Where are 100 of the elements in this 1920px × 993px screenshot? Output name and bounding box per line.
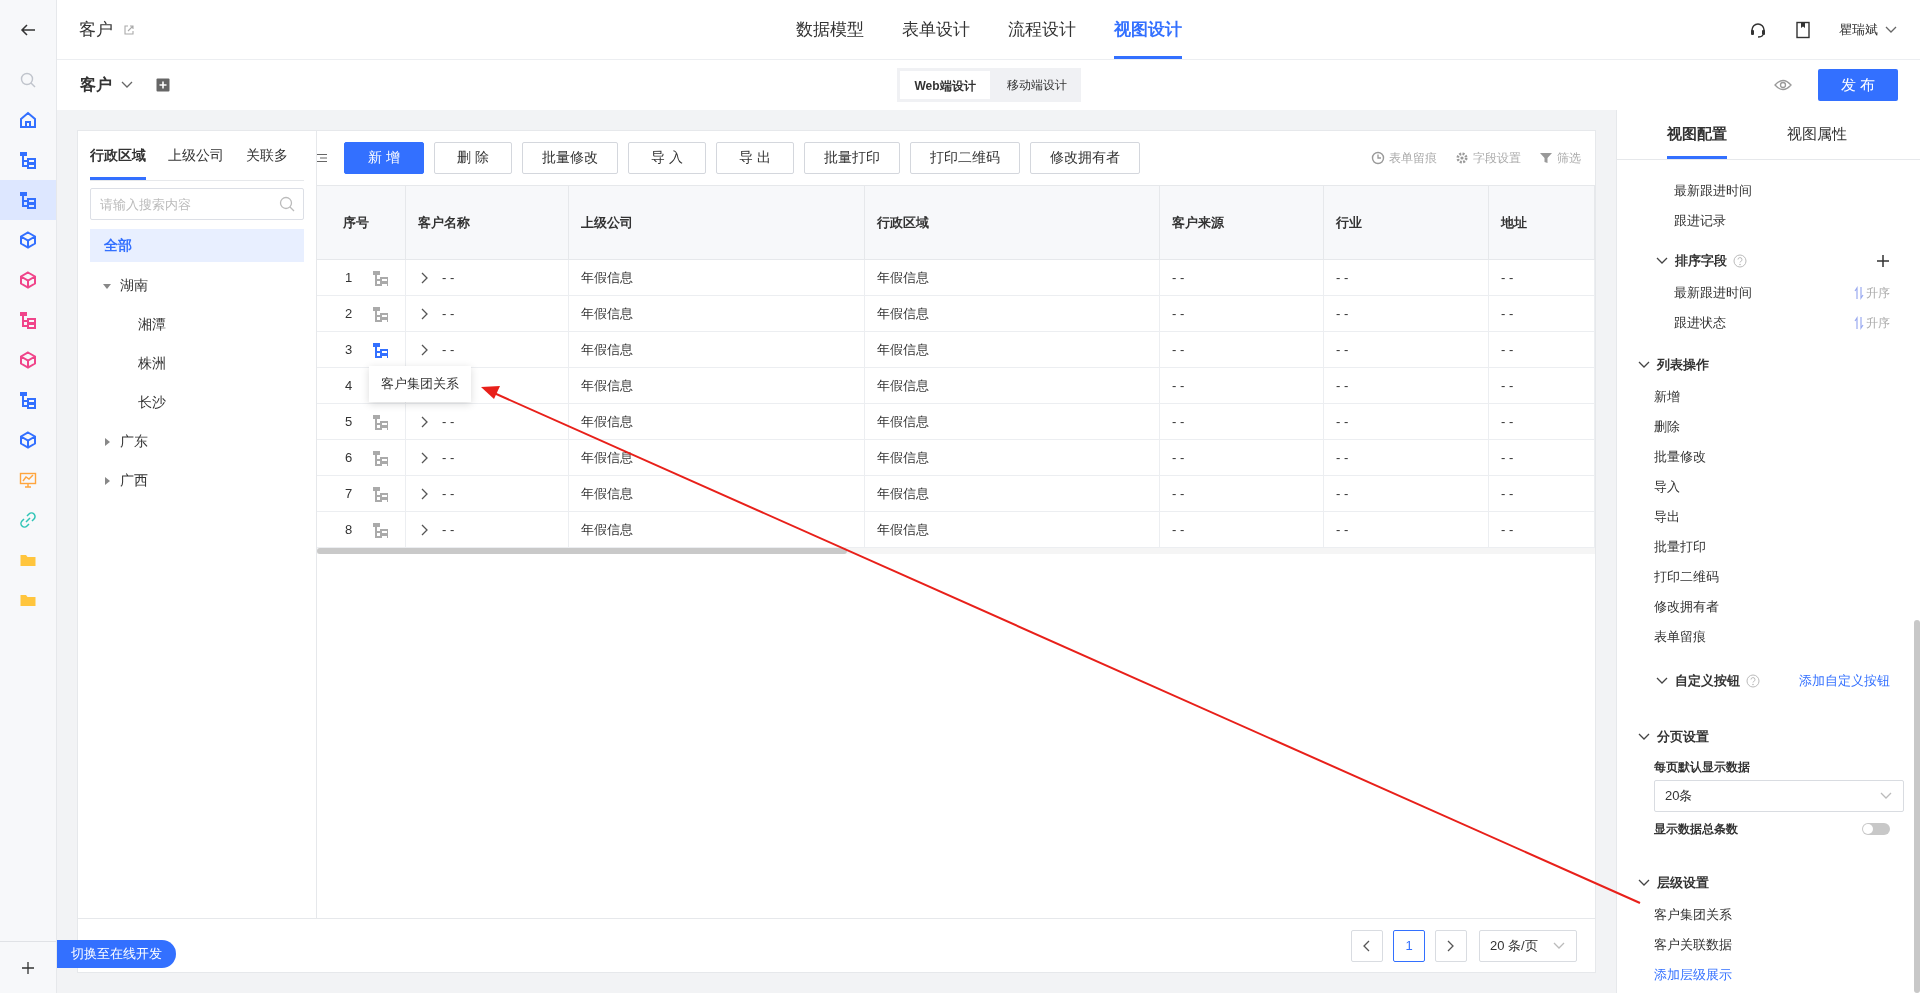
- tree-item[interactable]: 湖南: [90, 266, 304, 305]
- hierarchy-icon[interactable]: [372, 449, 389, 466]
- toolbar-button[interactable]: 打印二维码: [910, 142, 1020, 174]
- table-cell: - -: [1501, 522, 1514, 537]
- toolbar-button[interactable]: 批量修改: [522, 142, 618, 174]
- mode-tab[interactable]: Web端设计: [897, 68, 993, 102]
- table-cell: - -: [1172, 522, 1185, 537]
- config-item: 客户集团关系: [1653, 906, 1733, 924]
- mode-tab[interactable]: 移动端设计: [992, 68, 1081, 102]
- config-item: 删除: [1653, 418, 1681, 436]
- column-header: 客户名称: [406, 186, 569, 260]
- row-number: 3: [345, 342, 353, 357]
- previous-page-button[interactable]: [1351, 929, 1383, 962]
- panel-tab[interactable]: 视图属性: [1787, 110, 1847, 159]
- tree-item[interactable]: 全部: [90, 229, 304, 262]
- toolbar-button[interactable]: 删 除: [434, 142, 512, 174]
- table-cell: - -: [442, 450, 455, 465]
- table-cell: 年假信息: [581, 304, 633, 323]
- collapse-panel-icon[interactable]: [317, 153, 327, 163]
- table-cell: 年假信息: [877, 340, 929, 359]
- table-cell: 年假信息: [877, 520, 929, 539]
- tooltip: 客户集团关系: [369, 366, 471, 402]
- nav-tab[interactable]: 数据模型: [795, 0, 864, 59]
- page-title: 客户: [79, 19, 113, 41]
- add-custom-button-link[interactable]: 添加自定义按钮: [1799, 672, 1890, 690]
- add-sort-icon[interactable]: [1876, 254, 1890, 268]
- table-cell: 年假信息: [581, 268, 633, 287]
- plus-icon: [21, 960, 35, 975]
- table-cell: 年假信息: [581, 520, 633, 539]
- tree-item[interactable]: 株洲: [90, 344, 304, 383]
- table-cell: 年假信息: [877, 376, 929, 395]
- table-cell: - -: [442, 522, 455, 537]
- panel-tab[interactable]: 视图配置: [1667, 110, 1727, 159]
- column-header: 上级公司: [569, 186, 865, 260]
- help-icon: [1733, 254, 1747, 268]
- switch-mode-button[interactable]: 切换至在线开发: [57, 940, 176, 968]
- tree-item[interactable]: 广东: [90, 422, 304, 461]
- table-cell: - -: [1336, 270, 1349, 285]
- toolbar-button[interactable]: 新 增: [344, 142, 424, 174]
- table-cell: 年假信息: [581, 448, 633, 467]
- config-item: 最新跟进时间: [1673, 182, 1753, 200]
- hierarchy-icon[interactable]: [372, 413, 389, 430]
- search-field[interactable]: 请输入搜索内容: [90, 188, 304, 220]
- toggle-switch[interactable]: [1862, 823, 1890, 835]
- external-link-icon[interactable]: [123, 23, 135, 36]
- tree-item[interactable]: 广西: [90, 461, 304, 500]
- headset-icon[interactable]: [1749, 20, 1767, 39]
- table-cell: - -: [1501, 306, 1514, 321]
- toolbar-button[interactable]: 导 入: [628, 142, 706, 174]
- page-button[interactable]: 1: [1393, 929, 1425, 962]
- page-size-select[interactable]: 20 条/页: [1479, 929, 1577, 962]
- table-cell: - -: [1501, 342, 1514, 357]
- table-cell: - -: [1501, 378, 1514, 393]
- table-cell: - -: [442, 486, 455, 501]
- nav-tab[interactable]: 表单设计: [901, 0, 970, 59]
- hierarchy-icon[interactable]: [372, 521, 389, 538]
- preview-eye-icon[interactable]: [1774, 78, 1792, 92]
- config-item: 最新跟进时间: [1674, 284, 1752, 302]
- page-size-select[interactable]: 20条: [1654, 780, 1904, 812]
- field-label: 每页默认显示数据: [1653, 758, 1751, 776]
- toolbar-button[interactable]: 导 出: [716, 142, 794, 174]
- table-cell: - -: [442, 414, 455, 429]
- table-cell: 年假信息: [877, 412, 929, 431]
- table-cell: - -: [1336, 450, 1349, 465]
- scrollbar-thumb[interactable]: [317, 548, 847, 554]
- table-cell: 年假信息: [581, 412, 633, 431]
- config-item: 表单留痕: [1653, 628, 1707, 646]
- publish-button[interactable]: 发 布: [1818, 69, 1898, 101]
- book-icon[interactable]: [1795, 20, 1811, 39]
- add-hierarchy-link[interactable]: 添加层级展示: [1637, 960, 1890, 990]
- config-item: 导出: [1653, 508, 1681, 526]
- scrollbar-thumb[interactable]: [1914, 620, 1920, 993]
- user-menu[interactable]: 瞿瑞斌: [1839, 20, 1898, 39]
- next-page-button[interactable]: [1435, 929, 1467, 962]
- hierarchy-icon[interactable]: [372, 485, 389, 502]
- row-number: 1: [345, 270, 353, 285]
- hierarchy-icon[interactable]: [372, 305, 389, 322]
- hierarchy-icon[interactable]: [372, 269, 389, 286]
- row-number: 6: [345, 450, 353, 465]
- add-view-icon[interactable]: [156, 78, 170, 92]
- view-selector[interactable]: 客户: [80, 74, 134, 96]
- filter-tab[interactable]: 行政区域: [90, 131, 146, 180]
- table-cell: - -: [1336, 342, 1349, 357]
- tree-item[interactable]: 长沙: [90, 383, 304, 422]
- nav-rail-item[interactable]: [0, 180, 56, 220]
- toolbar-button[interactable]: 修改拥有者: [1030, 142, 1140, 174]
- table-cell: - -: [1336, 486, 1349, 501]
- table-cell: - -: [1336, 414, 1349, 429]
- config-item: 批量修改: [1653, 448, 1707, 466]
- table-cell: - -: [442, 342, 455, 357]
- row-number: 8: [345, 522, 353, 537]
- table-cell: - -: [1172, 450, 1185, 465]
- tree-item[interactable]: 湘潭: [90, 305, 304, 344]
- table-cell: - -: [1336, 306, 1349, 321]
- hierarchy-icon[interactable]: [372, 341, 389, 358]
- nav-tab[interactable]: 流程设计: [1007, 0, 1076, 59]
- toolbar-button[interactable]: 批量打印: [804, 142, 900, 174]
- column-header: 客户来源: [1160, 186, 1324, 260]
- filter-tab[interactable]: 关联多: [246, 131, 288, 180]
- filter-tab[interactable]: 上级公司: [168, 131, 224, 180]
